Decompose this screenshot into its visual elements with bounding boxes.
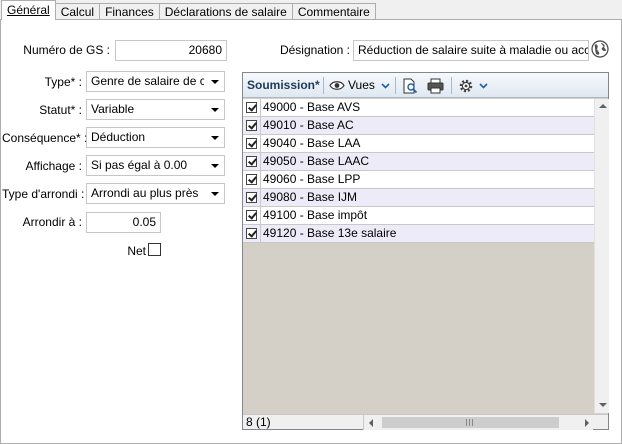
affichage-label: Affichage : (25, 159, 82, 173)
vues-button[interactable]: Vues (348, 73, 375, 98)
grid-status-bar: 8 (1) (243, 414, 608, 430)
toolbar-separator (323, 77, 324, 94)
chevron-down-icon[interactable] (479, 83, 488, 89)
tab-finances[interactable]: Finances (99, 3, 160, 20)
row-label: 49060 - Base LPP (260, 171, 360, 188)
consequence-value: Déduction (91, 130, 146, 144)
chevron-down-icon (211, 80, 219, 84)
designation-label: Désignation : (279, 43, 350, 57)
table-row[interactable]: 49080 - Base IJM (243, 189, 594, 207)
row-checkbox[interactable] (246, 174, 257, 185)
toolbar-separator (395, 77, 396, 94)
grip-icon (466, 419, 475, 426)
arrow-down-icon (599, 403, 607, 407)
arrondir-field[interactable]: 0.05 (86, 212, 161, 233)
tab-bar: Général Calcul Finances Déclarations de … (0, 0, 376, 20)
globe-icon[interactable] (591, 40, 609, 58)
row-label: 49010 - Base AC (260, 117, 354, 134)
table-row[interactable]: 49060 - Base LPP (243, 171, 594, 189)
print-preview-icon[interactable] (402, 78, 418, 94)
chevron-down-icon[interactable] (381, 83, 390, 89)
gear-icon[interactable] (458, 78, 474, 94)
row-label: 49100 - Base impôt (260, 207, 367, 224)
row-label: 49120 - Base 13e salaire (260, 225, 396, 242)
arrow-up-icon (599, 104, 607, 108)
scroll-left-button[interactable] (364, 415, 379, 430)
table-row[interactable]: 49050 - Base LAAC (243, 153, 594, 171)
row-label: 49050 - Base LAAC (260, 153, 369, 170)
consequence-select[interactable]: Déduction (86, 127, 225, 148)
row-label: 49040 - Base LAA (260, 135, 360, 152)
numero-label: Numéro de GS : (23, 43, 110, 57)
tab-declarations[interactable]: Déclarations de salaire (158, 3, 293, 20)
row-checkbox[interactable] (246, 102, 257, 113)
chevron-down-icon (211, 192, 219, 196)
table-row[interactable]: 49040 - Base LAA (243, 135, 594, 153)
row-label: 49080 - Base IJM (260, 189, 357, 206)
statut-select[interactable]: Variable (86, 99, 225, 120)
row-checkbox[interactable] (246, 138, 257, 149)
chevron-down-icon (211, 136, 219, 140)
scroll-thumb[interactable] (382, 417, 559, 428)
chevron-down-icon (211, 164, 219, 168)
type-label: Type* : (44, 75, 82, 89)
arrondi-type-select[interactable]: Arrondi au plus près (86, 183, 225, 204)
row-label: 49000 - Base AVS (260, 99, 360, 116)
scroll-down-button[interactable] (595, 398, 610, 413)
row-count: 8 (1) (246, 415, 271, 429)
row-checkbox[interactable] (246, 210, 257, 221)
affichage-select[interactable]: Si pas égal à 0.00 (86, 155, 225, 176)
affichage-value: Si pas égal à 0.00 (91, 158, 188, 172)
consequence-label: Conséquence* : (2, 131, 88, 145)
type-select[interactable]: Genre de salaire de calc (86, 71, 225, 92)
eye-icon (329, 81, 345, 90)
chevron-down-icon (211, 108, 219, 112)
row-checkbox[interactable] (246, 120, 257, 131)
vertical-scrollbar[interactable] (594, 99, 609, 413)
statut-label: Statut* : (39, 103, 82, 117)
net-label: Net (127, 244, 146, 258)
row-checkbox[interactable] (246, 192, 257, 203)
tab-commentaire[interactable]: Commentaire (291, 3, 376, 20)
numero-field[interactable]: 20680 (115, 40, 227, 61)
row-checkbox[interactable] (246, 228, 257, 239)
arrow-right-icon (585, 419, 589, 427)
grid-rows: 49000 - Base AVS 49010 - Base AC 49040 -… (243, 99, 594, 243)
tab-general[interactable]: Général (1, 0, 56, 20)
arrondi-type-value: Arrondi au plus près (91, 186, 199, 200)
row-checkbox[interactable] (246, 156, 257, 167)
printer-icon[interactable] (427, 78, 444, 94)
arrow-left-icon (369, 419, 373, 427)
net-checkbox[interactable] (148, 243, 161, 256)
tab-calcul[interactable]: Calcul (54, 3, 101, 20)
table-row[interactable]: 49000 - Base AVS (243, 99, 594, 117)
statut-value: Variable (91, 102, 135, 116)
soumission-grid: Soumission* Vues 49000 - Base AVS 49010 … (242, 72, 609, 430)
arrondir-label: Arrondir à : (22, 215, 82, 229)
arrondi-type-label: Type d'arrondi : (2, 187, 85, 201)
soumission-label: Soumission* (247, 78, 320, 92)
scroll-up-button[interactable] (595, 99, 610, 114)
type-value: Genre de salaire de calc (91, 74, 204, 88)
table-row[interactable]: 49120 - Base 13e salaire (243, 225, 594, 243)
horizontal-scrollbar[interactable] (363, 415, 593, 430)
designation-field[interactable]: Réduction de salaire suite à maladie ou … (353, 40, 589, 61)
toolbar-separator (451, 77, 452, 94)
table-row[interactable]: 49100 - Base impôt (243, 207, 594, 225)
table-row[interactable]: 49010 - Base AC (243, 117, 594, 135)
grid-toolbar: Soumission* Vues (243, 73, 608, 98)
scroll-right-button[interactable] (579, 415, 594, 430)
